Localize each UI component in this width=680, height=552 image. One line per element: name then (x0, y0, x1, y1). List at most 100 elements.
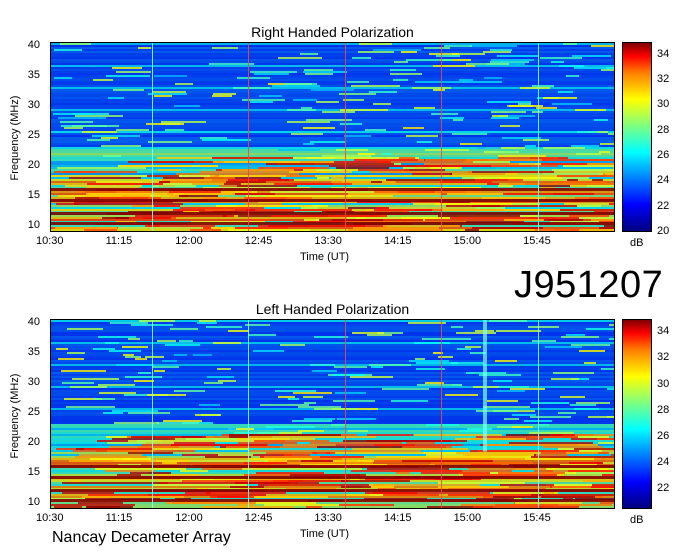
frequency-band (51, 149, 614, 151)
emission-segment (341, 480, 410, 482)
emission-segment (128, 338, 140, 340)
frequency-band (51, 179, 614, 181)
emission-segment (337, 418, 376, 420)
emission-segment (351, 470, 462, 472)
emission-segment (584, 362, 596, 364)
frequency-band (51, 382, 614, 384)
emission-segment (414, 342, 450, 344)
emission-segment (339, 504, 394, 506)
emission-segment (84, 229, 117, 231)
emission-segment (438, 356, 453, 358)
emission-segment (597, 438, 614, 440)
emission-segment (600, 143, 614, 145)
emission-segment (174, 105, 200, 107)
emission-segment (241, 440, 329, 442)
colorbar-tick-label: 24 (657, 174, 670, 187)
emission-segment (98, 384, 135, 386)
red-band (51, 199, 614, 202)
emission-segment (393, 79, 408, 81)
emission-segment (412, 87, 451, 89)
emission-segment (317, 177, 329, 179)
emission-segment (499, 177, 562, 179)
frequency-band (51, 133, 614, 135)
emission-segment (331, 181, 396, 183)
emission-segment (602, 474, 614, 476)
emission-segment (268, 225, 309, 227)
emission-segment (163, 420, 202, 422)
emission-segment (157, 422, 199, 424)
emission-segment (110, 322, 148, 324)
emission-segment (274, 183, 333, 185)
emission-segment (575, 109, 606, 111)
emission-segment (199, 320, 216, 322)
emission-segment (491, 111, 526, 113)
emission-segment (510, 388, 545, 390)
frequency-band (51, 402, 614, 404)
emission-segment (569, 215, 609, 217)
emission-segment (477, 147, 501, 149)
emission-segment (212, 47, 238, 49)
emission-segment (493, 492, 558, 494)
emission-segment (406, 59, 452, 61)
emission-segment (106, 75, 150, 77)
emission-segment (487, 183, 499, 185)
emission-segment (570, 185, 614, 187)
emission-segment (613, 167, 614, 169)
time-line (345, 320, 346, 508)
emission-segment (116, 71, 151, 73)
emission-segment (576, 153, 601, 155)
emission-segment (520, 87, 550, 89)
emission-segment (523, 139, 549, 141)
emission-segment (73, 450, 195, 452)
emission-segment (245, 203, 282, 205)
emission-segment (237, 77, 270, 79)
emission-segment (560, 396, 585, 398)
emission-segment (224, 183, 241, 185)
emission-segment (95, 468, 186, 470)
emission-segment (94, 398, 115, 400)
emission-segment (154, 474, 199, 476)
emission-segment (373, 49, 421, 51)
burst (483, 320, 487, 452)
emission-segment (430, 167, 462, 169)
emission-segment (278, 149, 320, 151)
emission-segment (367, 434, 413, 436)
emission-segment (450, 217, 579, 219)
emission-segment (334, 366, 367, 368)
emission-segment (112, 67, 142, 69)
emission-segment (87, 139, 110, 141)
emission-segment (160, 482, 247, 484)
emission-segment (573, 472, 614, 474)
emission-segment (340, 109, 388, 111)
x-tick-label: 15:00 (453, 512, 482, 524)
emission-segment (451, 362, 484, 364)
emission-segment (403, 127, 424, 129)
x-tick-label: 12:00 (175, 512, 203, 524)
emission-segment (298, 430, 324, 432)
emission-segment (483, 51, 511, 53)
emission-segment (588, 416, 614, 418)
emission-segment (431, 113, 458, 115)
emission-segment (559, 65, 584, 67)
emission-segment (509, 105, 543, 107)
emission-segment (154, 205, 180, 207)
emission-segment (553, 372, 594, 374)
emission-segment (490, 49, 512, 51)
top-spectrogram (50, 42, 615, 232)
emission-segment (475, 179, 523, 181)
emission-segment (452, 133, 487, 135)
emission-segment (78, 502, 123, 504)
emission-segment (456, 332, 496, 334)
emission-segment (469, 45, 517, 47)
emission-segment (246, 209, 352, 211)
emission-segment (190, 229, 221, 231)
emission-segment (472, 227, 543, 229)
emission-segment (123, 354, 134, 356)
emission-segment (207, 376, 234, 378)
emission-segment (352, 332, 384, 334)
emission-segment (508, 183, 614, 185)
emission-segment (180, 470, 208, 472)
emission-segment (228, 330, 249, 332)
emission-segment (64, 127, 83, 129)
emission-segment (58, 195, 179, 197)
